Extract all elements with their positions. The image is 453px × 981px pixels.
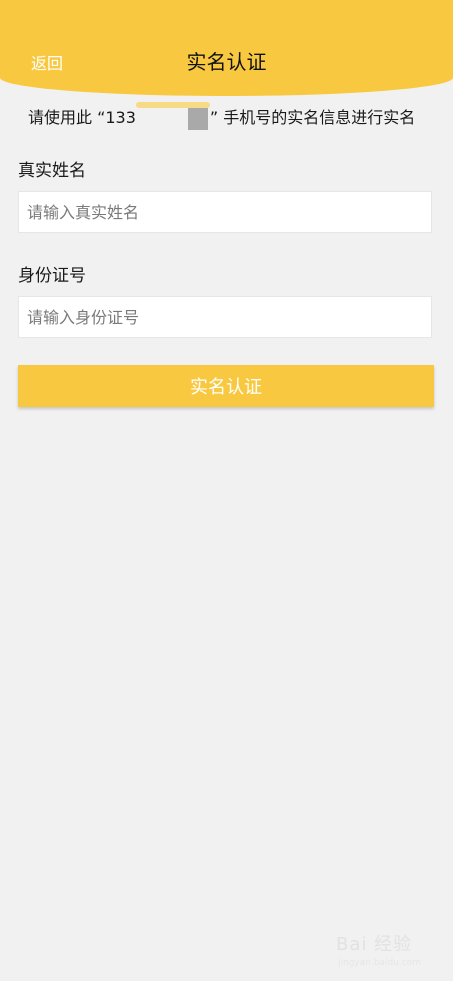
verify-button[interactable]: 实名认证 xyxy=(18,365,434,407)
real-name-input[interactable] xyxy=(19,192,431,232)
real-name-field[interactable] xyxy=(18,191,432,233)
id-number-field[interactable] xyxy=(18,296,432,338)
real-name-label: 真实姓名 xyxy=(18,161,86,181)
verification-notice: 请使用此 “133 ” 手机号的实名信息进行实名 xyxy=(28,101,416,130)
id-number-label: 身份证号 xyxy=(18,266,86,286)
watermark-url: jingyan.baidu.com xyxy=(338,958,422,968)
app-header: 返回 实名认证 xyxy=(0,0,453,96)
notice-prefix: 请使用此 “133 xyxy=(28,108,136,127)
mask-blot xyxy=(187,107,208,130)
watermark-logo: Bai 经验 xyxy=(336,934,413,955)
id-number-input[interactable] xyxy=(19,297,431,337)
page-title: 实名认证 xyxy=(186,50,267,74)
notice-suffix: ” 手机号的实名信息进行实名 xyxy=(209,108,416,127)
phone-mask xyxy=(135,101,210,130)
